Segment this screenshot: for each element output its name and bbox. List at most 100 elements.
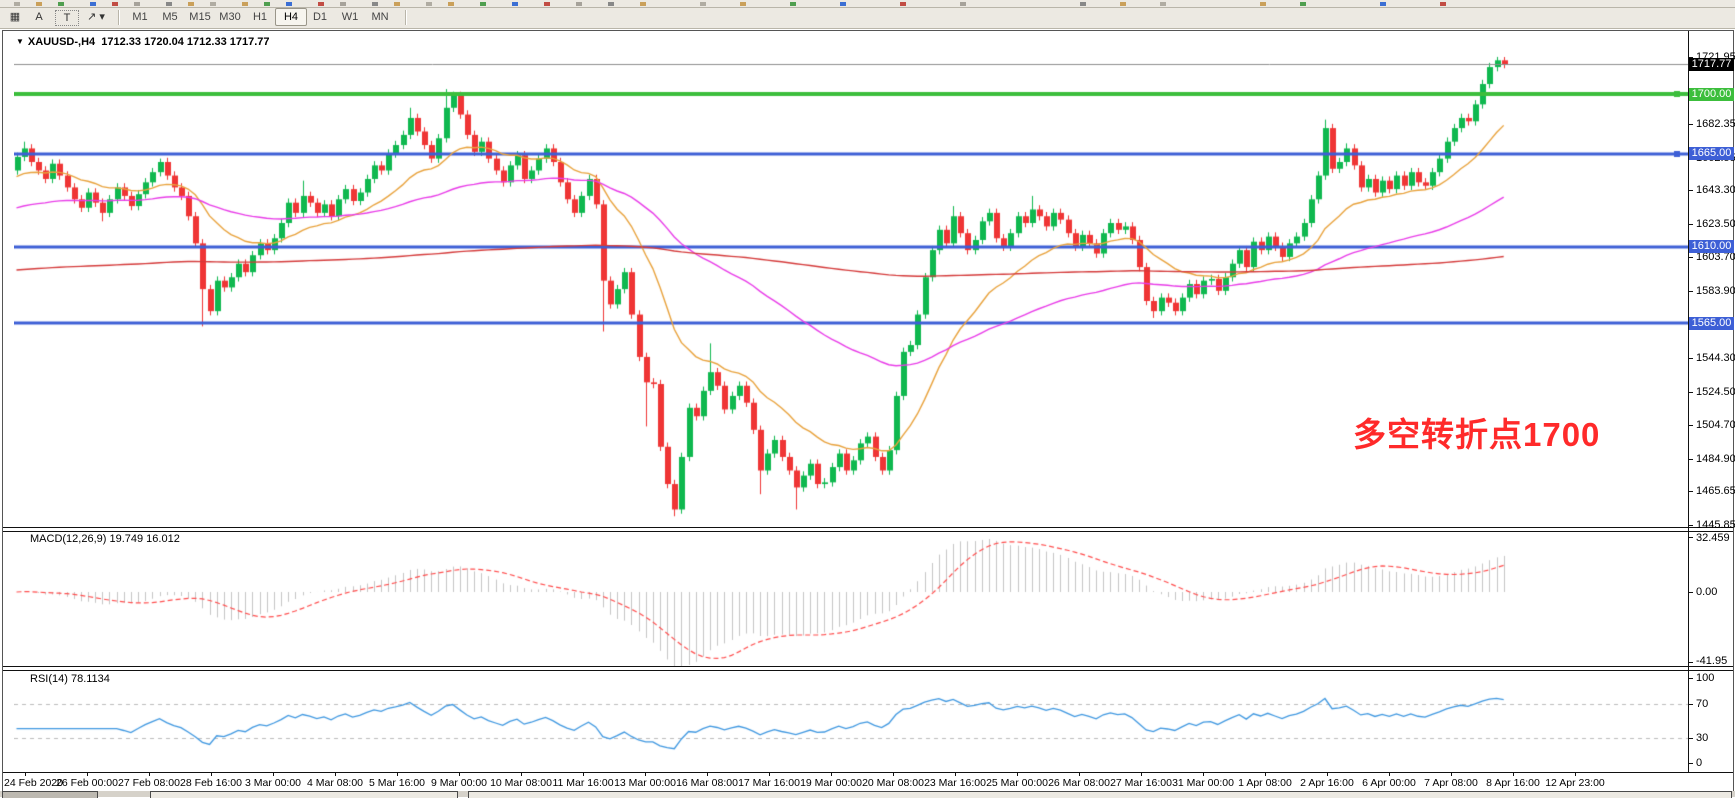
price-tick-label: 1524.50 [1696, 386, 1735, 398]
time-tick-label: 4 Mar 08:00 [307, 777, 363, 789]
panel-separator-rsi[interactable] [3, 666, 1733, 671]
clipped-icon [90, 2, 96, 6]
time-tick-label: 19 Mar 00:00 [800, 777, 862, 789]
price-tick-label: 1544.30 [1696, 352, 1735, 364]
time-tick [1017, 772, 1018, 776]
time-tick [335, 772, 336, 776]
rsi-axis-label: 30 [1696, 732, 1708, 744]
clipped-icon [210, 2, 216, 6]
ohlc-values: 1712.33 1720.04 1712.33 1717.77 [101, 36, 269, 48]
time-tick [87, 772, 88, 776]
price-tick [1688, 425, 1693, 426]
time-tick [1389, 772, 1390, 776]
macd-panel-canvas[interactable] [14, 531, 1688, 666]
time-tick-label: 24 Feb 2020 [4, 777, 63, 789]
time-tick [459, 772, 460, 776]
price-tick [1688, 358, 1693, 359]
toolbar-separator [118, 10, 120, 25]
tool-arrow-tools-icon[interactable]: ↗ ▾ [80, 9, 112, 26]
price-tick [1688, 124, 1693, 125]
time-tick-label: 25 Mar 00:00 [986, 777, 1048, 789]
time-tick [273, 772, 274, 776]
clipped-icon [900, 2, 906, 6]
clipped-icon [134, 2, 140, 6]
clipped-icon [608, 2, 614, 6]
clipped-toolbar-row [0, 0, 1735, 8]
time-tick [1265, 772, 1266, 776]
time-tick-label: 5 Mar 16:00 [369, 777, 425, 789]
price-tick [1688, 525, 1693, 526]
clipped-icon [1260, 2, 1266, 6]
timeframe-button-mn[interactable]: MN [365, 9, 395, 26]
time-tick-label: 13 Mar 00:00 [614, 777, 676, 789]
macd-axis-label: 0.00 [1696, 586, 1717, 598]
time-tick [645, 772, 646, 776]
rsi-axis-tick [1688, 678, 1693, 679]
timeframe-button-m30[interactable]: M30 [215, 9, 245, 26]
clipped-icon [14, 2, 20, 6]
timeframe-button-h4[interactable]: H4 [275, 8, 307, 26]
time-tick-label: 8 Apr 16:00 [1486, 777, 1540, 789]
price-tick-label: 1504.70 [1696, 419, 1735, 431]
time-tick [521, 772, 522, 776]
chart-annotation-text[interactable]: 多空转折点1700 [1353, 408, 1600, 456]
clipped-icon [1300, 2, 1306, 6]
price-tick-label: 1643.30 [1696, 184, 1735, 196]
price-line-badge: 1565.00 [1689, 317, 1734, 330]
price-tick [1688, 459, 1693, 460]
price-line-badge: 1665.00 [1689, 147, 1734, 160]
timeframe-button-m15[interactable]: M15 [185, 9, 215, 26]
timeframe-button-m1[interactable]: M1 [125, 9, 155, 26]
time-axis-border [3, 772, 1733, 773]
time-tick-label: 11 Mar 16:00 [552, 777, 613, 789]
clipped-icon [1120, 2, 1126, 6]
rsi-panel-canvas[interactable] [14, 670, 1688, 772]
rsi-axis-tick [1688, 738, 1693, 739]
timeframe-button-h1[interactable]: H1 [245, 9, 275, 26]
time-tick [893, 772, 894, 776]
time-tick [1327, 772, 1328, 776]
symbol-dropdown-icon[interactable]: ▼ [16, 37, 24, 46]
timeframe-button-d1[interactable]: D1 [305, 9, 335, 26]
rsi-header: RSI(14) 78.1134 [30, 673, 110, 685]
macd-header: MACD(12,26,9) 19.749 16.012 [30, 533, 180, 545]
time-tick [831, 772, 832, 776]
price-line-badge: 1610.00 [1689, 240, 1734, 253]
clipped-icon [960, 2, 966, 6]
time-tick-label: 9 Mar 00:00 [431, 777, 487, 789]
time-tick-label: 28 Feb 16:00 [180, 777, 242, 789]
clipped-icon [394, 2, 400, 6]
tool-text-box-icon[interactable]: T [55, 10, 79, 26]
price-tick-label: 1465.65 [1696, 485, 1735, 497]
clipped-icon [372, 2, 378, 6]
price-tick-label: 1583.90 [1696, 285, 1735, 297]
price-tick [1688, 491, 1693, 492]
panel-separator-macd[interactable] [3, 527, 1733, 532]
rsi-axis-label: 100 [1696, 672, 1714, 684]
time-tick [1513, 772, 1514, 776]
main-toolbar: ▦AT↗ ▾ M1M5M15M30H1H4D1W1MN [0, 8, 1735, 29]
tool-text-label-icon[interactable]: A [28, 9, 50, 26]
time-tick [1451, 772, 1452, 776]
rsi-axis-tick [1688, 704, 1693, 705]
timeframe-button-w1[interactable]: W1 [335, 9, 365, 26]
timeframe-button-m5[interactable]: M5 [155, 9, 185, 26]
price-tick [1688, 392, 1693, 393]
time-tick [1141, 772, 1142, 776]
price-tick [1688, 257, 1693, 258]
time-tick [1203, 772, 1204, 776]
time-tick [1079, 772, 1080, 776]
price-axis-border [1688, 31, 1689, 772]
time-tick-label: 1 Apr 08:00 [1238, 777, 1292, 789]
price-tick-label: 1623.50 [1696, 218, 1735, 230]
clipped-icon [112, 2, 118, 6]
price-tick [1688, 224, 1693, 225]
tool-grid-icon[interactable]: ▦ [4, 9, 26, 26]
time-tick-label: 26 Feb 00:00 [56, 777, 118, 789]
macd-axis-tick [1688, 592, 1693, 593]
clipped-icon [840, 2, 846, 6]
time-tick [769, 772, 770, 776]
clipped-icon [740, 2, 746, 6]
time-tick-label: 10 Mar 08:00 [490, 777, 552, 789]
time-tick-label: 23 Mar 16:00 [924, 777, 986, 789]
